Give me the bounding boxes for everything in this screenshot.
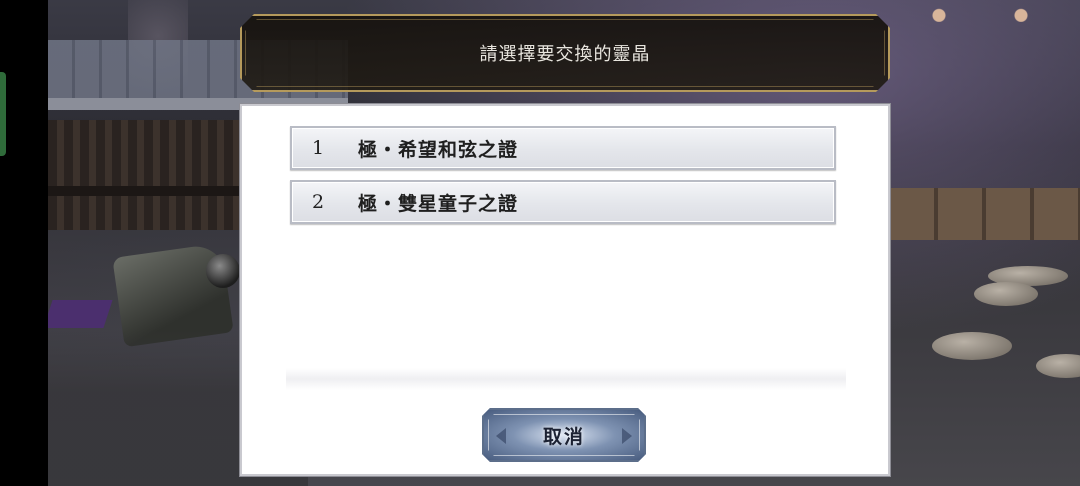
option-list: 1 極・希望和弦之證 2 極・雙星童子之證 (290, 126, 836, 234)
panel-divider (286, 368, 846, 390)
option-number: 1 (312, 137, 325, 159)
background-paw-icon (1008, 0, 1034, 22)
option-label: 極・希望和弦之證 (358, 138, 519, 161)
cancel-button-label: 取消 (542, 425, 585, 448)
side-panel-handle[interactable] (0, 72, 6, 156)
chevron-left-icon (496, 428, 506, 444)
system-edge-strip (0, 0, 48, 486)
option-item-1[interactable]: 1 極・希望和弦之證 (290, 126, 836, 170)
background-fence (48, 120, 258, 230)
option-number: 2 (312, 191, 325, 213)
dialog-title-bar: 請選擇要交換的靈晶 (240, 14, 890, 92)
background-stone (932, 332, 1012, 360)
selection-dialog: 1 極・希望和弦之證 2 極・雙星童子之證 取消 (240, 104, 890, 476)
background-paw-icon (926, 0, 952, 22)
chevron-right-icon (622, 428, 632, 444)
background-cannon-ball (206, 254, 240, 288)
background-stone (974, 282, 1038, 306)
background-cloth (48, 300, 113, 328)
background-stone (1036, 354, 1080, 378)
game-screen: 請選擇要交換的靈晶 1 極・希望和弦之證 2 極・雙星童子之證 取消 (0, 0, 1080, 486)
option-label: 極・雙星童子之證 (358, 192, 519, 215)
dialog-title: 請選擇要交換的靈晶 (479, 44, 651, 65)
option-item-2[interactable]: 2 極・雙星童子之證 (290, 180, 836, 224)
cancel-button[interactable]: 取消 (482, 408, 646, 462)
background-right-fence (890, 188, 1080, 240)
background-fence-rail (48, 186, 258, 196)
